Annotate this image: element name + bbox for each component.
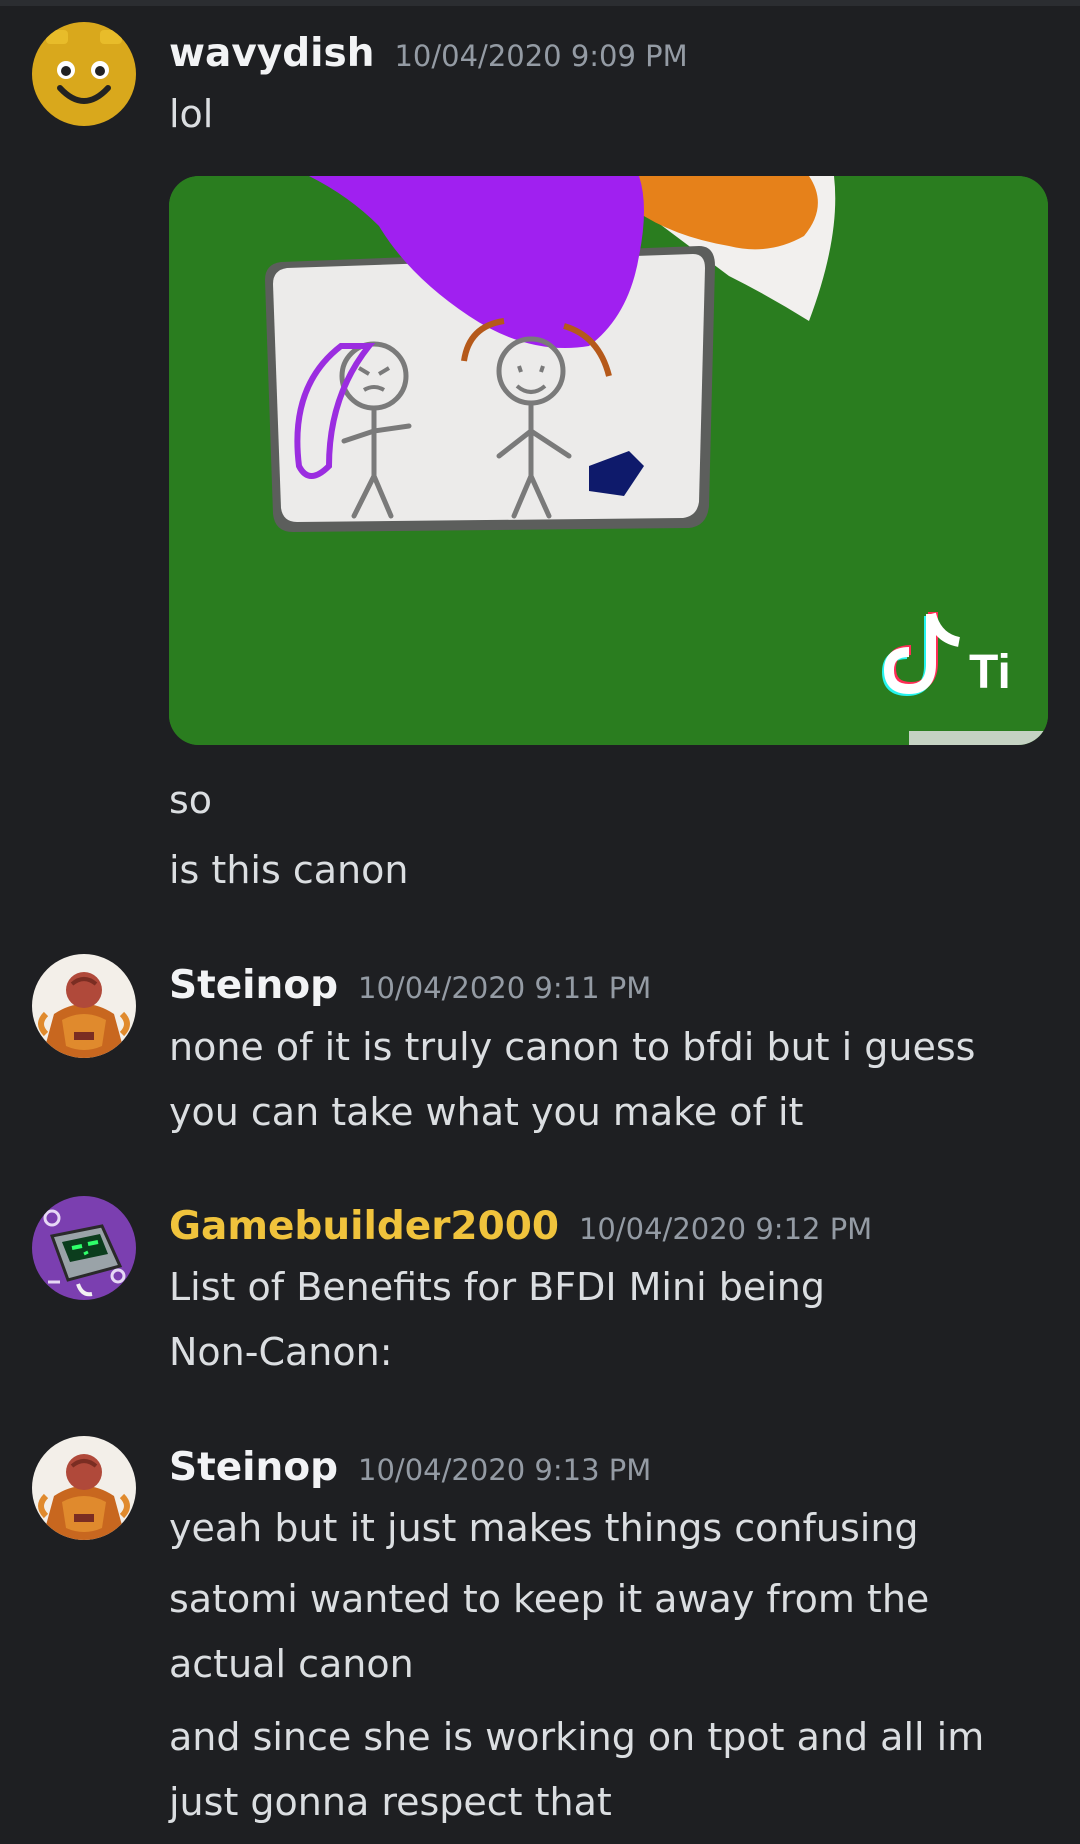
avatar[interactable] bbox=[32, 1436, 136, 1540]
message-timestamp: 10/04/2020 9:12 PM bbox=[578, 1212, 873, 1246]
video-attachment[interactable]: Ti bbox=[169, 176, 1048, 745]
avatar[interactable] bbox=[32, 954, 136, 1058]
video-thumbnail-image: Ti bbox=[169, 176, 1048, 745]
author-name[interactable]: wavydish 10/04/2020 9:09 PM bbox=[169, 34, 688, 73]
top-divider bbox=[0, 0, 1080, 6]
message-text: yeah but it just makes things confusing bbox=[169, 1506, 919, 1550]
message-timestamp: 10/04/2020 9:13 PM bbox=[358, 1453, 652, 1487]
message-text: actual canon bbox=[169, 1642, 414, 1686]
author-label[interactable]: Steinop bbox=[169, 963, 338, 1008]
smiley-block-avatar-icon bbox=[32, 22, 136, 126]
author-name[interactable]: Steinop 10/04/2020 9:13 PM bbox=[169, 1448, 651, 1487]
author-label[interactable]: wavydish bbox=[169, 31, 374, 76]
robed-figure-avatar-icon bbox=[32, 1436, 136, 1540]
message-text: just gonna respect that bbox=[169, 1780, 612, 1824]
author-name[interactable]: Steinop 10/04/2020 9:11 PM bbox=[169, 966, 651, 1005]
robed-figure-avatar-icon bbox=[32, 954, 136, 1058]
message-text: so bbox=[169, 778, 213, 822]
message-text: List of Benefits for BFDI Mini being bbox=[169, 1265, 825, 1309]
message-text: Non-Canon: bbox=[169, 1330, 393, 1374]
watermark-text: Ti bbox=[969, 646, 1011, 699]
avatar[interactable] bbox=[32, 22, 136, 126]
message-timestamp: 10/04/2020 9:11 PM bbox=[358, 971, 652, 1005]
message-text: lol bbox=[169, 92, 214, 136]
message-text: none of it is truly canon to bfdi but i … bbox=[169, 1025, 976, 1069]
author-label[interactable]: Steinop bbox=[169, 1445, 338, 1490]
author-name[interactable]: Gamebuilder2000 10/04/2020 9:12 PM bbox=[169, 1207, 872, 1246]
message-text: you can take what you make of it bbox=[169, 1090, 804, 1134]
message-timestamp: 10/04/2020 9:09 PM bbox=[394, 39, 688, 73]
message-text: is this canon bbox=[169, 848, 409, 892]
avatar[interactable] bbox=[32, 1196, 136, 1300]
message-text: satomi wanted to keep it away from the bbox=[169, 1577, 930, 1621]
robot-character-avatar-icon bbox=[32, 1196, 136, 1300]
message-text: and since she is working on tpot and all… bbox=[169, 1715, 985, 1759]
author-label[interactable]: Gamebuilder2000 bbox=[169, 1204, 559, 1249]
